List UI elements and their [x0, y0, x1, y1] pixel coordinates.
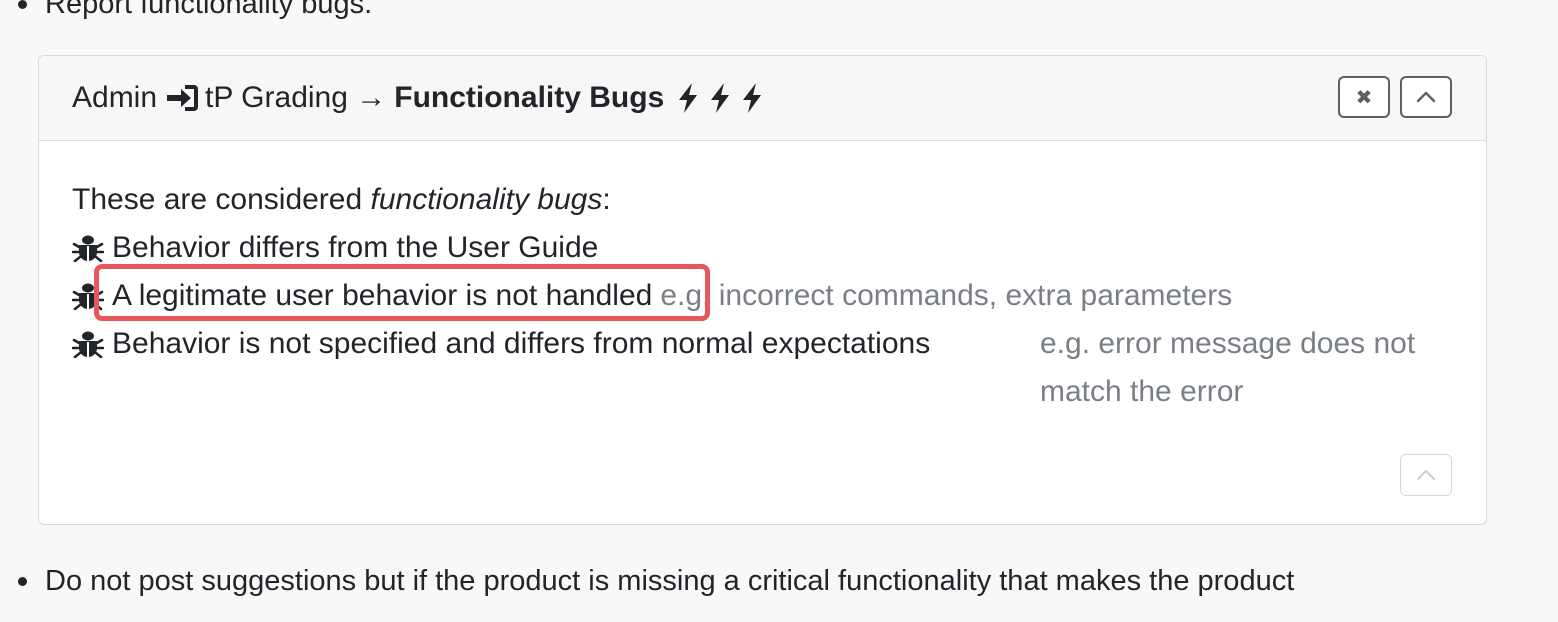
highlight-box	[94, 264, 710, 321]
sign-in-icon	[165, 82, 201, 114]
panel-header[interactable]: Admin tP Grading → Functionality Bugs ✖	[39, 56, 1486, 141]
collapse-button[interactable]	[1400, 76, 1452, 118]
intro-text: These are considered	[72, 183, 371, 216]
collapse-button-bottom[interactable]	[1400, 454, 1452, 496]
bullet-text: Do not post suggestions but if the produ…	[45, 565, 1295, 597]
title-middle: tP Grading →	[205, 81, 387, 114]
bug-icon	[72, 230, 104, 266]
close-button[interactable]: ✖	[1338, 76, 1390, 118]
title-prefix: Admin	[72, 81, 158, 114]
bullet-suggestions: Do not post suggestions but if the produ…	[18, 565, 1294, 598]
bolt-icon	[740, 82, 764, 114]
intro-colon: :	[602, 183, 611, 216]
item-note-text: e.g. error message does not match the er…	[1040, 327, 1416, 408]
panel-title: Admin tP Grading → Functionality Bugs	[72, 78, 764, 118]
intro-emphasis: functionality bugs	[370, 183, 603, 216]
item-text: Behavior is not specified and differs fr…	[112, 327, 931, 360]
chevron-up-icon	[1416, 91, 1436, 103]
bullet-text: Report functionality bugs.	[45, 0, 373, 20]
item-note: e.g. incorrect commands, extra parameter…	[660, 279, 1233, 312]
bullet-dot	[18, 577, 27, 586]
bullet-dot	[18, 0, 27, 9]
bullet-report-bugs: Report functionality bugs.	[18, 0, 372, 21]
title-strong: Functionality Bugs	[394, 81, 665, 114]
item-note: e.g. error message does not match the er…	[1040, 320, 1458, 416]
chevron-up-icon	[1417, 470, 1435, 480]
close-icon: ✖	[1355, 86, 1373, 109]
bug-icon	[72, 326, 104, 362]
bolt-icon	[676, 82, 700, 114]
intro-line: These are considered functionality bugs …	[72, 176, 1457, 224]
bolt-icon	[708, 82, 732, 114]
